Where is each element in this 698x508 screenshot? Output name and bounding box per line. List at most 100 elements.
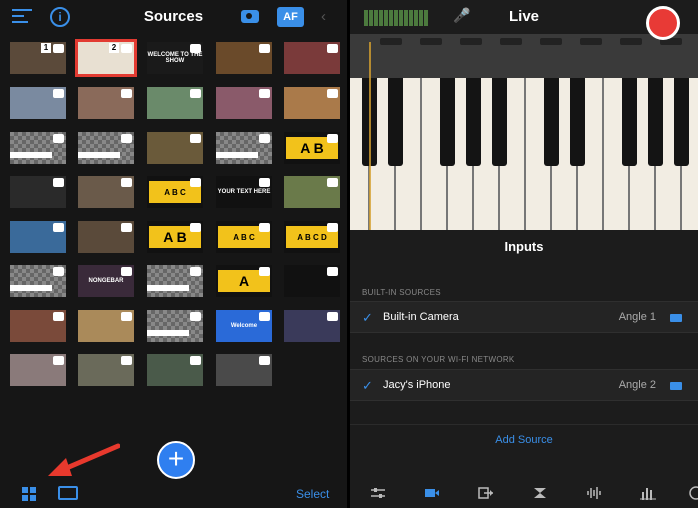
image-type-icon bbox=[53, 89, 64, 98]
live-preview[interactable] bbox=[350, 34, 698, 230]
output-icon[interactable] bbox=[478, 486, 494, 500]
transition-icon[interactable] bbox=[532, 486, 548, 500]
title-bar-preview bbox=[147, 285, 189, 291]
overlay-type-icon bbox=[53, 134, 64, 143]
source-thumbnail[interactable] bbox=[78, 87, 134, 119]
image-type-icon bbox=[53, 178, 64, 187]
app-root: i Sources AF ‹ 1 2 WELCOME TO THE SHOW A B A… bbox=[0, 0, 698, 508]
image-type-icon bbox=[259, 44, 270, 53]
live-panel: 🎤 Live Inputs BUILT-IN SOURCES ✓ Built-i… bbox=[350, 0, 698, 508]
black-key bbox=[492, 78, 507, 166]
source-thumbnail[interactable] bbox=[147, 354, 203, 386]
annotation-arrow-icon bbox=[48, 443, 120, 476]
layout-view-icon[interactable] bbox=[58, 486, 78, 500]
black-key bbox=[440, 78, 455, 166]
add-source-button[interactable]: Add Source bbox=[350, 424, 698, 454]
source-thumbnail[interactable] bbox=[284, 310, 340, 342]
source-thumbnail[interactable]: Welcome bbox=[216, 310, 272, 342]
source-thumbnail[interactable]: A B C D bbox=[284, 221, 340, 253]
source-thumbnail[interactable] bbox=[216, 87, 272, 119]
source-thumbnail[interactable] bbox=[284, 87, 340, 119]
title-bar-preview bbox=[147, 330, 189, 336]
autofocus-button[interactable]: AF bbox=[277, 7, 304, 27]
source-thumbnail[interactable] bbox=[216, 42, 272, 74]
overlay-type-icon bbox=[259, 134, 270, 143]
source-thumbnail[interactable] bbox=[216, 354, 272, 386]
source-thumbnail[interactable] bbox=[10, 221, 66, 253]
source-thumbnail[interactable] bbox=[284, 176, 340, 208]
select-button[interactable]: Select bbox=[296, 487, 329, 501]
source-thumbnail[interactable]: A B C bbox=[147, 176, 203, 208]
sources-panel: i Sources AF ‹ 1 2 WELCOME TO THE SHOW A B A… bbox=[0, 0, 347, 508]
source-thumbnail[interactable]: A B C bbox=[216, 221, 272, 253]
source-thumbnail[interactable]: A B bbox=[147, 221, 203, 253]
video-camera-icon bbox=[670, 314, 682, 322]
share-icon[interactable]: ‹ bbox=[321, 9, 337, 25]
source-thumbnail[interactable] bbox=[78, 221, 134, 253]
source-thumbnail[interactable] bbox=[78, 310, 134, 342]
source-thumbnail[interactable] bbox=[10, 87, 66, 119]
yellow-type-icon bbox=[327, 134, 338, 143]
source-thumbnail[interactable]: NONGEBAR bbox=[78, 265, 134, 297]
source-thumbnail[interactable] bbox=[10, 176, 66, 208]
image-type-icon bbox=[53, 223, 64, 232]
source-thumbnail[interactable]: YOUR TEXT HERE bbox=[216, 176, 272, 208]
source-thumbnail[interactable]: A bbox=[216, 265, 272, 297]
black-key bbox=[466, 78, 481, 166]
source-thumbnail[interactable] bbox=[147, 310, 203, 342]
black-key bbox=[570, 78, 585, 166]
source-thumbnail[interactable] bbox=[78, 132, 134, 164]
angle-label: Angle 2 bbox=[618, 379, 656, 391]
video-camera-tab-icon[interactable] bbox=[424, 486, 440, 500]
overlay-type-icon bbox=[190, 312, 201, 321]
audio-waveform-icon[interactable] bbox=[586, 486, 602, 500]
image-type-icon bbox=[53, 356, 64, 365]
sliders-icon[interactable] bbox=[370, 486, 386, 500]
sources-header: i Sources AF ‹ bbox=[0, 0, 347, 34]
source-thumbnail[interactable] bbox=[10, 265, 66, 297]
camera-type-icon bbox=[121, 44, 132, 53]
camera-icon[interactable] bbox=[241, 10, 259, 23]
input-row-jacys-iphone[interactable]: ✓ Jacy's iPhone Angle 2 bbox=[350, 369, 698, 401]
black-key bbox=[388, 78, 403, 166]
source-thumbnail[interactable] bbox=[216, 132, 272, 164]
source-thumbnail[interactable]: 1 bbox=[10, 42, 66, 74]
levels-icon[interactable] bbox=[640, 486, 656, 500]
text-type-icon bbox=[190, 44, 201, 53]
more-icon[interactable] bbox=[688, 486, 698, 500]
yellow-type-icon bbox=[190, 223, 201, 232]
image-type-icon bbox=[190, 134, 201, 143]
black-key bbox=[648, 78, 663, 166]
title-bar-preview bbox=[216, 152, 258, 158]
add-source-plus-button[interactable]: + bbox=[157, 441, 195, 479]
camera-number-badge: 2 bbox=[109, 43, 119, 53]
title-bar-preview bbox=[10, 285, 52, 291]
builtin-sources-heading: BUILT-IN SOURCES bbox=[362, 288, 441, 297]
source-thumbnail[interactable] bbox=[78, 354, 134, 386]
black-key bbox=[544, 78, 559, 166]
playhead-marker bbox=[369, 42, 371, 230]
grid-view-icon[interactable] bbox=[22, 487, 36, 501]
text-type-icon bbox=[121, 267, 132, 276]
source-thumbnail[interactable] bbox=[10, 354, 66, 386]
input-row-builtin-camera[interactable]: ✓ Built-in Camera Angle 1 bbox=[350, 301, 698, 333]
live-tab-bar bbox=[350, 478, 698, 508]
video-type-icon bbox=[121, 178, 132, 187]
source-thumbnail[interactable]: 2 bbox=[75, 39, 137, 77]
record-button[interactable] bbox=[646, 6, 680, 40]
source-thumbnail[interactable] bbox=[147, 265, 203, 297]
checkmark-icon: ✓ bbox=[362, 378, 373, 393]
source-thumbnail[interactable] bbox=[78, 176, 134, 208]
black-key bbox=[622, 78, 637, 166]
source-thumbnail[interactable] bbox=[10, 132, 66, 164]
source-thumbnail[interactable] bbox=[10, 310, 66, 342]
source-thumbnail[interactable]: WELCOME TO THE SHOW bbox=[147, 42, 203, 74]
source-thumbnail[interactable] bbox=[147, 132, 203, 164]
camera-number-badge: 1 bbox=[41, 43, 51, 53]
source-thumbnail[interactable] bbox=[284, 265, 340, 297]
source-thumbnail[interactable]: A B bbox=[284, 132, 340, 164]
camera-type-icon bbox=[53, 44, 64, 53]
text-type-icon bbox=[259, 178, 270, 187]
source-thumbnail[interactable] bbox=[284, 42, 340, 74]
source-thumbnail[interactable] bbox=[147, 87, 203, 119]
